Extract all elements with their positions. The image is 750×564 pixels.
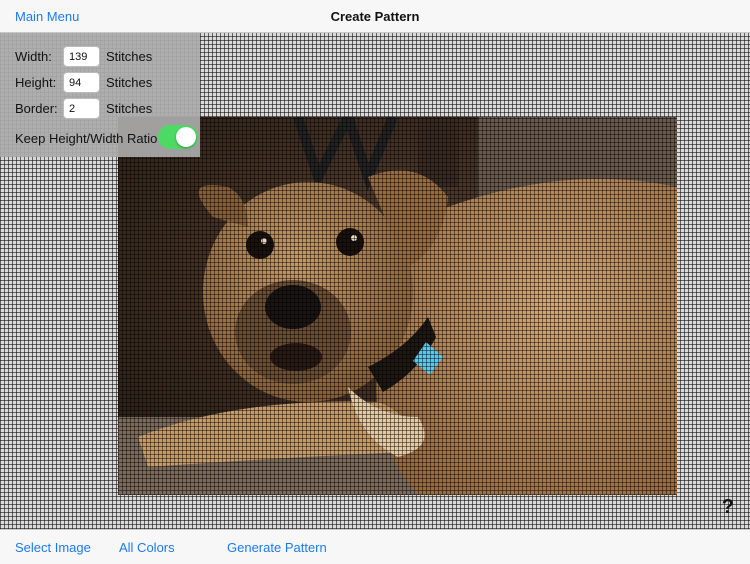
keep-ratio-toggle[interactable] xyxy=(158,125,198,149)
toggle-knob xyxy=(176,127,196,147)
pattern-image xyxy=(118,117,677,495)
page-title: Create Pattern xyxy=(330,9,420,24)
border-unit: Stitches xyxy=(106,101,153,116)
generate-pattern-button[interactable]: Generate Pattern xyxy=(227,540,327,555)
all-colors-button[interactable]: All Colors xyxy=(119,540,175,555)
height-field[interactable] xyxy=(63,72,100,93)
height-unit: Stitches xyxy=(106,75,153,90)
border-field[interactable] xyxy=(63,98,100,119)
height-label: Height: xyxy=(15,75,57,90)
keep-ratio-label: Keep Height/Width Ratio xyxy=(15,131,158,146)
border-label: Border: xyxy=(15,101,58,116)
width-field[interactable] xyxy=(63,46,100,67)
navigation-bar: Main Menu Create Pattern xyxy=(0,0,750,33)
select-image-button[interactable]: Select Image xyxy=(15,540,91,555)
stitch-grid-overlay xyxy=(118,117,677,495)
help-button[interactable]: ? xyxy=(722,496,734,519)
bottom-toolbar: Select Image All Colors Generate Pattern xyxy=(0,529,750,564)
width-label: Width: xyxy=(15,49,52,64)
pattern-settings-panel: Width: Stitches Height: Stitches Border:… xyxy=(0,33,200,157)
width-unit: Stitches xyxy=(106,49,153,64)
